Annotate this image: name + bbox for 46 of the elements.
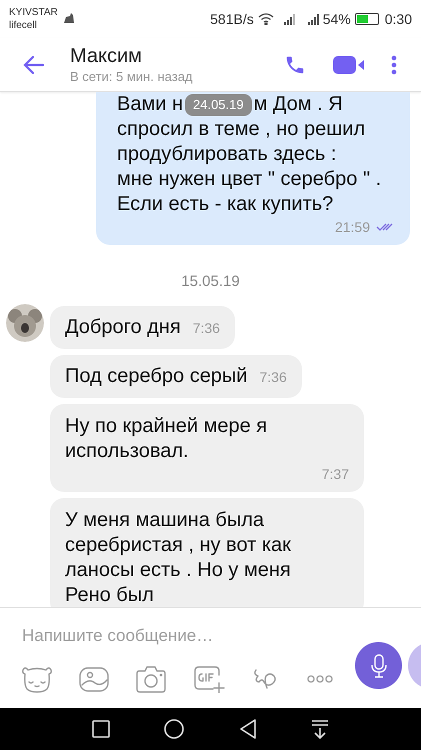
- message-text: серебристая , ну вот как: [65, 532, 292, 558]
- camera-icon[interactable]: [136, 665, 166, 693]
- clock: 0:30: [384, 10, 412, 28]
- signal-icon: [306, 13, 321, 25]
- message-input[interactable]: Напишите сообщение…: [22, 623, 322, 649]
- contact-status: В сети: 5 мин. назад: [70, 68, 194, 86]
- message-text: У меня машина была: [65, 508, 266, 532]
- more-icon[interactable]: [307, 675, 333, 683]
- gif-icon[interactable]: [193, 665, 225, 693]
- microphone-button[interactable]: [355, 642, 402, 689]
- message-time: 7:36: [259, 368, 287, 384]
- message-text: Ну по крайней мере я: [65, 414, 268, 438]
- notification-pull-icon[interactable]: [310, 719, 329, 739]
- image-icon[interactable]: [79, 665, 109, 693]
- contact-name: Максим: [70, 44, 143, 68]
- message-text: Вами н: [117, 92, 183, 117]
- video-camera-icon[interactable]: [333, 54, 365, 74]
- message-time: 7:37: [322, 464, 349, 484]
- message-text: м Дом . Я: [254, 92, 343, 117]
- carrier-name: KYIVSTAR: [9, 6, 58, 19]
- battery-icon: [354, 13, 379, 25]
- message-time: 7:36: [192, 320, 220, 336]
- wifi-icon: [258, 13, 274, 25]
- microphone-icon: [370, 654, 386, 678]
- message-text: мне нужен цвет " серебро " .: [117, 167, 382, 192]
- more-options-icon[interactable]: [391, 54, 397, 74]
- message-text: Рено был: [65, 582, 155, 607]
- message-text: Под серебро серый: [65, 364, 248, 388]
- message-text: Если есть - как купить?: [117, 192, 334, 217]
- back-icon[interactable]: [238, 719, 257, 739]
- date-chip: 24.05.19: [185, 94, 252, 116]
- network-speed: 581B/s: [210, 10, 254, 28]
- home-icon[interactable]: [164, 719, 184, 739]
- message-time: 21:59: [334, 218, 370, 237]
- message-text: продублировать здесь :: [117, 142, 338, 167]
- message-text: ланосы есть . Но у меня: [65, 558, 292, 582]
- bear-face-icon[interactable]: [22, 665, 52, 693]
- message-text: Доброго дня: [65, 314, 181, 340]
- carrier-name: lifecell: [9, 19, 38, 32]
- battery-percent: 54%: [322, 10, 351, 28]
- recent-apps-icon[interactable]: [92, 720, 110, 738]
- signal-icon: [282, 13, 297, 25]
- date-label: 15.05.19: [181, 272, 240, 292]
- message-text: спросил в теме , но решил: [117, 117, 366, 142]
- message-text: использовал.: [65, 438, 190, 464]
- back-arrow-icon[interactable]: [23, 54, 45, 76]
